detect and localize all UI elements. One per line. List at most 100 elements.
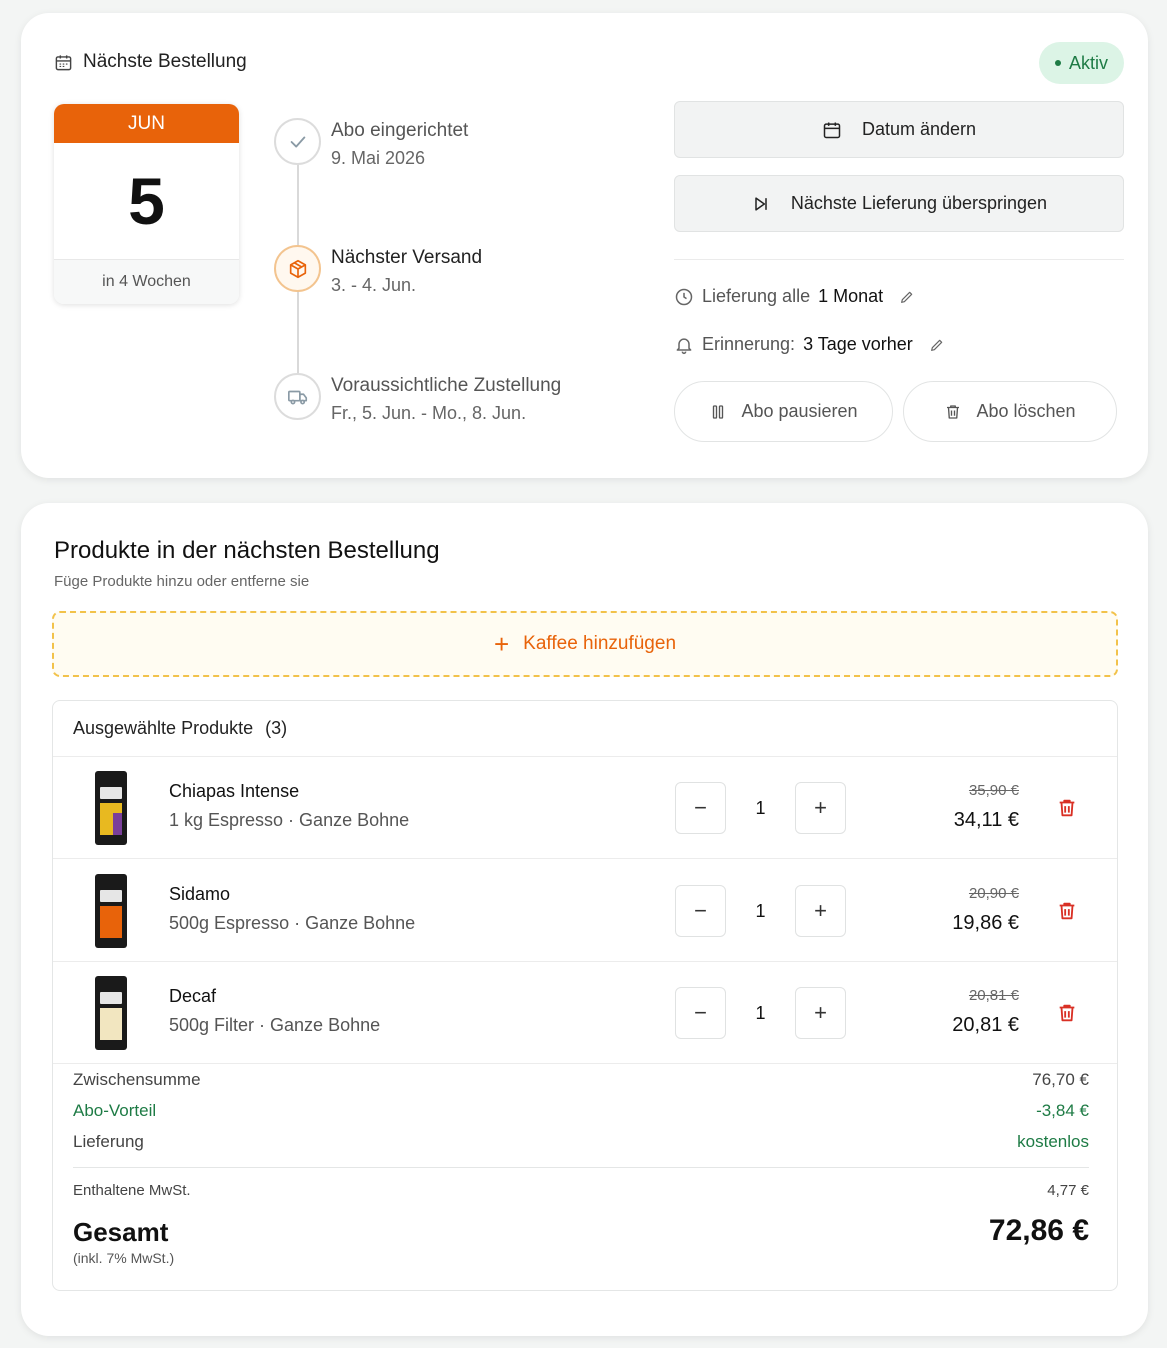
original-price: 20,81 € [968,987,1019,1004]
product-row: Decaf 500g Filter · Ganze Bohne − 1 + 20… [53,962,1117,1064]
product-description: 1 kg Espresso · Ganze Bohne [169,810,410,830]
timeline-step-subscribed: Abo eingerichtet 9. Mai 2026 [274,118,468,169]
plus-icon: + [493,629,510,659]
products-title: Produkte in der nächsten Bestellung [54,537,440,564]
selected-products-panel: Ausgewählte Produkte (3) Chiapas Intense… [52,700,1118,1291]
calendar-icon [55,54,72,70]
quantity-value: 1 [755,1002,766,1023]
timeline-title: Abo eingerichtet [331,120,469,141]
subtotal-label: Zwischensumme [73,1069,201,1089]
selected-products-header: Ausgewählte Produkte (3) [53,701,1117,757]
status-dot [1054,60,1061,66]
selected-products-label: Ausgewählte Produkte [73,718,254,738]
bell-icon [676,337,692,354]
change-date-button[interactable]: Datum ändern [674,101,1124,158]
vat-value: 4,77 € [1047,1182,1089,1199]
product-row: Chiapas Intense 1 kg Espresso · Ganze Bo… [53,757,1117,859]
change-date-label: Datum ändern [861,119,977,139]
edit-frequency-icon[interactable] [899,289,915,305]
original-price: 20,90 € [968,885,1019,902]
quantity-value: 1 [755,797,766,818]
status-badge: Aktiv [1038,42,1124,84]
calendar-icon [823,122,841,138]
skip-forward-icon [755,196,767,211]
delete-subscription-button[interactable]: Abo löschen [903,381,1117,442]
reminder-label: Erinnerung: [702,334,796,354]
reminder-value: 3 Tage vorher [803,334,913,354]
reminder-setting: Erinnerung: 3 Tage vorher [674,334,945,355]
add-coffee-label: Kaffee hinzufügen [523,633,677,654]
trash-icon [947,404,960,419]
vat-row: Enthaltene MwSt. 4,77 € [73,1182,1089,1204]
status-label: Aktiv [1068,52,1108,73]
remove-product-icon[interactable] [1056,900,1078,922]
calendar-day: 5 [128,164,165,238]
check-icon [274,118,321,165]
increase-quantity-button[interactable]: + [795,987,846,1039]
pause-icon [713,404,724,419]
calendar-tile: JUN 5 in 4 Wochen [54,104,239,304]
divider [674,259,1124,260]
remove-product-icon[interactable] [1056,797,1078,819]
current-price: 20,81 € [952,1014,1019,1036]
discount-value: -3,84 € [1036,1100,1089,1120]
edit-reminder-icon[interactable] [929,337,945,353]
frequency-value: 1 Monat [818,286,884,306]
remove-product-icon[interactable] [1056,1002,1078,1024]
calendar-relative: in 4 Wochen [54,259,239,304]
next-order-card: Nächste Bestellung Aktiv JUN 5 in 4 Woch… [21,13,1148,478]
decrease-quantity-button[interactable]: − [675,885,726,937]
delivery-label: Lieferung [73,1131,144,1151]
vat-label: Enthaltene MwSt. [73,1182,191,1199]
total-value: 72,86 € [988,1214,1089,1247]
total-note: (inkl. 7% MwSt.) [73,1250,175,1266]
truck-icon [274,373,321,420]
grand-total-row: Gesamt 72,86 € [73,1214,1089,1248]
product-row: Sidamo 500g Espresso · Ganze Bohne − 1 +… [53,860,1117,962]
current-price: 19,86 € [952,912,1019,934]
timeline-title: Nächster Versand [331,247,483,268]
current-price: 34,11 € [953,809,1019,831]
clock-icon [675,288,693,305]
decrease-quantity-button[interactable]: − [675,782,726,834]
delivery-frequency: Lieferung alle 1 Monat [674,286,915,307]
total-label: Gesamt [73,1217,169,1247]
coffee-bag-image [95,976,127,1050]
skip-delivery-button[interactable]: Nächste Lieferung überspringen [674,175,1124,232]
selected-products-count: (3) [265,718,288,738]
next-order-title: Nächste Bestellung [83,51,247,72]
coffee-bag-image [95,771,127,845]
pause-subscription-button[interactable]: Abo pausieren [674,381,893,442]
timeline-subtitle: 9. Mai 2026 [331,148,426,168]
decrease-quantity-button[interactable]: − [675,987,726,1039]
delivery-value: kostenlos [1017,1131,1089,1151]
timeline-step-shipping: Nächster Versand 3. - 4. Jun. [274,245,482,296]
timeline-step-delivery: Voraussichtliche Zustellung Fr., 5. Jun.… [274,373,561,424]
original-price: 35,90 € [968,782,1019,799]
calendar-month: JUN [54,104,239,143]
increase-quantity-button[interactable]: + [795,885,846,937]
totals-divider [73,1167,1089,1168]
discount-row: Abo-Vorteil -3,84 € [73,1095,1089,1126]
product-description: 500g Filter · Ganze Bohne [169,1015,381,1035]
order-totals: Zwischensumme 76,70 € Abo-Vorteil -3,84 … [53,1064,1117,1266]
frequency-label: Lieferung alle [702,286,811,306]
delete-label: Abo löschen [976,401,1076,421]
product-name: Decaf [169,986,217,1006]
timeline-subtitle: Fr., 5. Jun. - Mo., 8. Jun. [331,403,527,423]
discount-label: Abo-Vorteil [73,1100,157,1120]
products-subtitle: Füge Produkte hinzu oder entferne sie [54,573,310,590]
next-order-header: Nächste Bestellung [54,51,247,73]
coffee-bag-image [95,874,127,948]
subtotal-row: Zwischensumme 76,70 € [73,1064,1089,1095]
products-card: Produkte in der nächsten Bestellung Füge… [21,503,1148,1336]
quantity-value: 1 [755,900,766,921]
pause-label: Abo pausieren [741,401,858,421]
product-name: Sidamo [169,884,231,904]
increase-quantity-button[interactable]: + [795,782,846,834]
add-coffee-button[interactable]: + Kaffee hinzufügen [52,611,1118,677]
package-icon [274,245,321,292]
timeline-title: Voraussichtliche Zustellung [331,375,562,396]
product-description: 500g Espresso · Ganze Bohne [169,913,416,933]
subtotal-value: 76,70 € [1032,1069,1089,1089]
